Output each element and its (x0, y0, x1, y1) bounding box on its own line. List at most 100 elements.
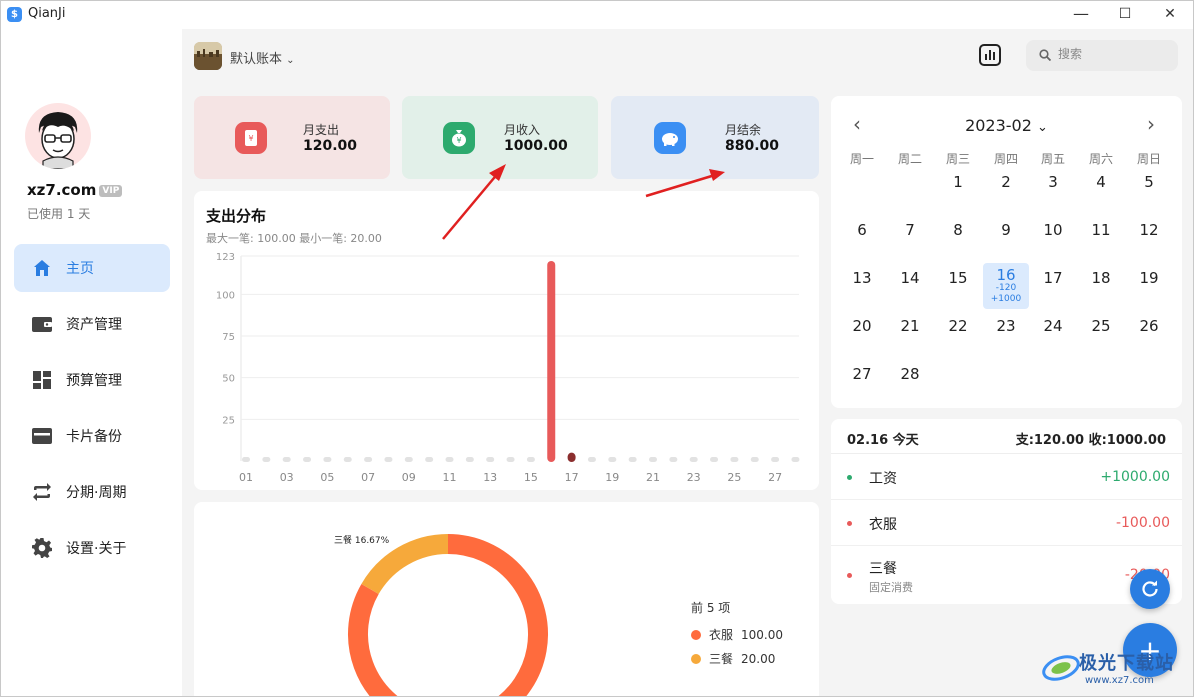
refresh-icon (1142, 580, 1158, 597)
expense-bar-chart: 123 100 75 50 25 01 03 05 07 09 11 13 15 17 19 21 23 25 27 (216, 252, 800, 484)
calendar-day[interactable]: 7 (886, 215, 934, 261)
close-button[interactable]: ✕ (1148, 3, 1192, 25)
home-icon (32, 258, 52, 278)
nav-item-home[interactable]: 主页 (14, 244, 170, 292)
refresh-button[interactable] (1130, 569, 1170, 609)
piggy-bank-icon (654, 122, 686, 154)
monthly-income-card[interactable]: ¥ 月收入 1000.00 (402, 96, 598, 179)
receipt-icon: ¥ (235, 122, 267, 154)
calendar-day[interactable]: 23 (982, 311, 1030, 357)
calendar-day[interactable]: 10 (1029, 215, 1077, 261)
maximize-button[interactable]: ☐ (1103, 3, 1147, 25)
expense-value: 120.00 (303, 138, 358, 154)
calendar-day[interactable]: 24 (1029, 311, 1077, 357)
calendar-day[interactable]: 2 (982, 167, 1030, 213)
monthly-expense-card[interactable]: ¥ 月支出 120.00 (194, 96, 390, 179)
chevron-down-icon: ⌄ (286, 55, 295, 66)
empty-day-bar (242, 457, 250, 462)
y-tick-label: 100 (216, 290, 235, 301)
app-logo-icon: $ (7, 7, 22, 22)
legend-item: 三餐 20.00 (691, 650, 775, 667)
calendar-day[interactable]: 3 (1029, 167, 1077, 213)
legend-label: 三餐 (709, 652, 734, 666)
search-input[interactable] (1058, 47, 1168, 61)
account-thumbnail[interactable] (194, 42, 222, 70)
watermark-logo-icon (1042, 655, 1080, 681)
nav-item-card-backup[interactable]: 卡片备份 (14, 412, 170, 460)
calendar-day[interactable]: 9 (982, 215, 1030, 261)
calendar-day[interactable]: 25 (1077, 311, 1125, 357)
empty-day-bar (445, 457, 454, 462)
transactions-header: 02.16 今天 支:120.00 收:1000.00 (831, 419, 1182, 454)
empty-day-bar (689, 457, 698, 462)
calendar-day[interactable]: 11 (1077, 215, 1125, 261)
nav-item-budget[interactable]: 预算管理 (14, 356, 170, 404)
pie-annotation: 三餐 16.67% (334, 534, 390, 546)
weekday-header: 周六 (1088, 152, 1113, 166)
avatar[interactable] (25, 103, 91, 169)
calendar-day[interactable]: 8 (934, 215, 982, 261)
calendar-day[interactable]: 17 (1029, 263, 1077, 309)
monthly-balance-card[interactable]: 月结余 880.00 (611, 96, 819, 179)
weekday-header: 周二 (897, 152, 922, 166)
transaction-row[interactable]: 衣服 -100.00 (831, 501, 1182, 546)
money-bag-icon: ¥ (443, 122, 475, 154)
search-box[interactable] (1026, 40, 1178, 71)
pie-slice[interactable] (361, 534, 449, 595)
expense-bar[interactable] (567, 452, 576, 462)
empty-day-bar (404, 457, 413, 462)
calendar-day[interactable]: 26 (1125, 311, 1173, 357)
calendar-day[interactable]: 5 (1125, 167, 1173, 213)
transaction-name: 工资 (869, 471, 897, 487)
calendar-day[interactable]: 12 (1125, 215, 1173, 261)
calendar-day[interactable]: 22 (934, 311, 982, 357)
account-selector[interactable]: 默认账本 ⌄ (230, 48, 295, 67)
legend-swatch-icon (691, 654, 701, 664)
calendar-day[interactable]: 19 (1125, 263, 1173, 309)
empty-day-bar (649, 457, 657, 462)
month-selector[interactable]: 2023-02 ⌄ (831, 116, 1182, 135)
transaction-row[interactable]: 三餐 固定消费 -20.00 (831, 547, 1182, 603)
x-tick-label: 21 (646, 471, 660, 484)
expense-bar[interactable] (547, 261, 556, 462)
nav-item-settings[interactable]: 设置·关于 (14, 524, 170, 572)
x-tick-label: 11 (443, 471, 457, 484)
calendar-day[interactable]: 6 (838, 215, 886, 261)
watermark-text: 极光下载站 (1079, 653, 1174, 674)
nav-item-installments[interactable]: 分期·周期 (14, 468, 170, 516)
nav-label: 主页 (66, 261, 94, 277)
x-tick-label: 09 (402, 471, 416, 484)
empty-day-bar (730, 457, 739, 462)
calendar-day[interactable]: 14 (886, 263, 934, 309)
nav-item-assets[interactable]: 资产管理 (14, 300, 170, 348)
legend-value: 20.00 (741, 652, 776, 666)
y-tick-label: 75 (222, 332, 235, 343)
empty-day-bar (343, 457, 352, 462)
expense-dot-icon (847, 573, 852, 578)
expense-distribution-card: 支出分布 最大一笔: 100.00 最小一笔: 20.00 123 100 75 50… (194, 191, 819, 490)
weekday-header: 周五 (1040, 152, 1065, 166)
empty-day-bar (506, 457, 515, 462)
statistics-button[interactable] (979, 44, 1001, 66)
balance-label: 月结余 (725, 123, 762, 137)
calendar-day[interactable]: 21 (886, 311, 934, 357)
calendar-day-today[interactable]: 16 -120 +1000 (983, 263, 1029, 309)
nav-label: 设置·关于 (66, 541, 127, 557)
next-month-button[interactable]: › (1147, 112, 1155, 136)
calendar-day[interactable]: 28 (886, 359, 934, 405)
calendar-day[interactable]: 13 (838, 263, 886, 309)
transaction-amount: +1000.00 (1100, 469, 1170, 485)
minimize-button[interactable]: — (1059, 3, 1103, 25)
calendar-day[interactable]: 4 (1077, 167, 1125, 213)
calendar-day[interactable]: 20 (838, 311, 886, 357)
calendar-day[interactable]: 27 (838, 359, 886, 405)
nav-label: 分期·周期 (66, 485, 127, 501)
calendar-day[interactable]: 18 (1077, 263, 1125, 309)
calendar-day[interactable]: 1 (934, 167, 982, 213)
calendar-day[interactable]: 15 (934, 263, 982, 309)
nav-label: 卡片备份 (66, 429, 122, 445)
empty-day-bar (303, 457, 312, 462)
transaction-name: 衣服 (869, 517, 897, 533)
transaction-name: 三餐 (869, 561, 897, 577)
transaction-row[interactable]: 工资 +1000.00 (831, 455, 1182, 500)
